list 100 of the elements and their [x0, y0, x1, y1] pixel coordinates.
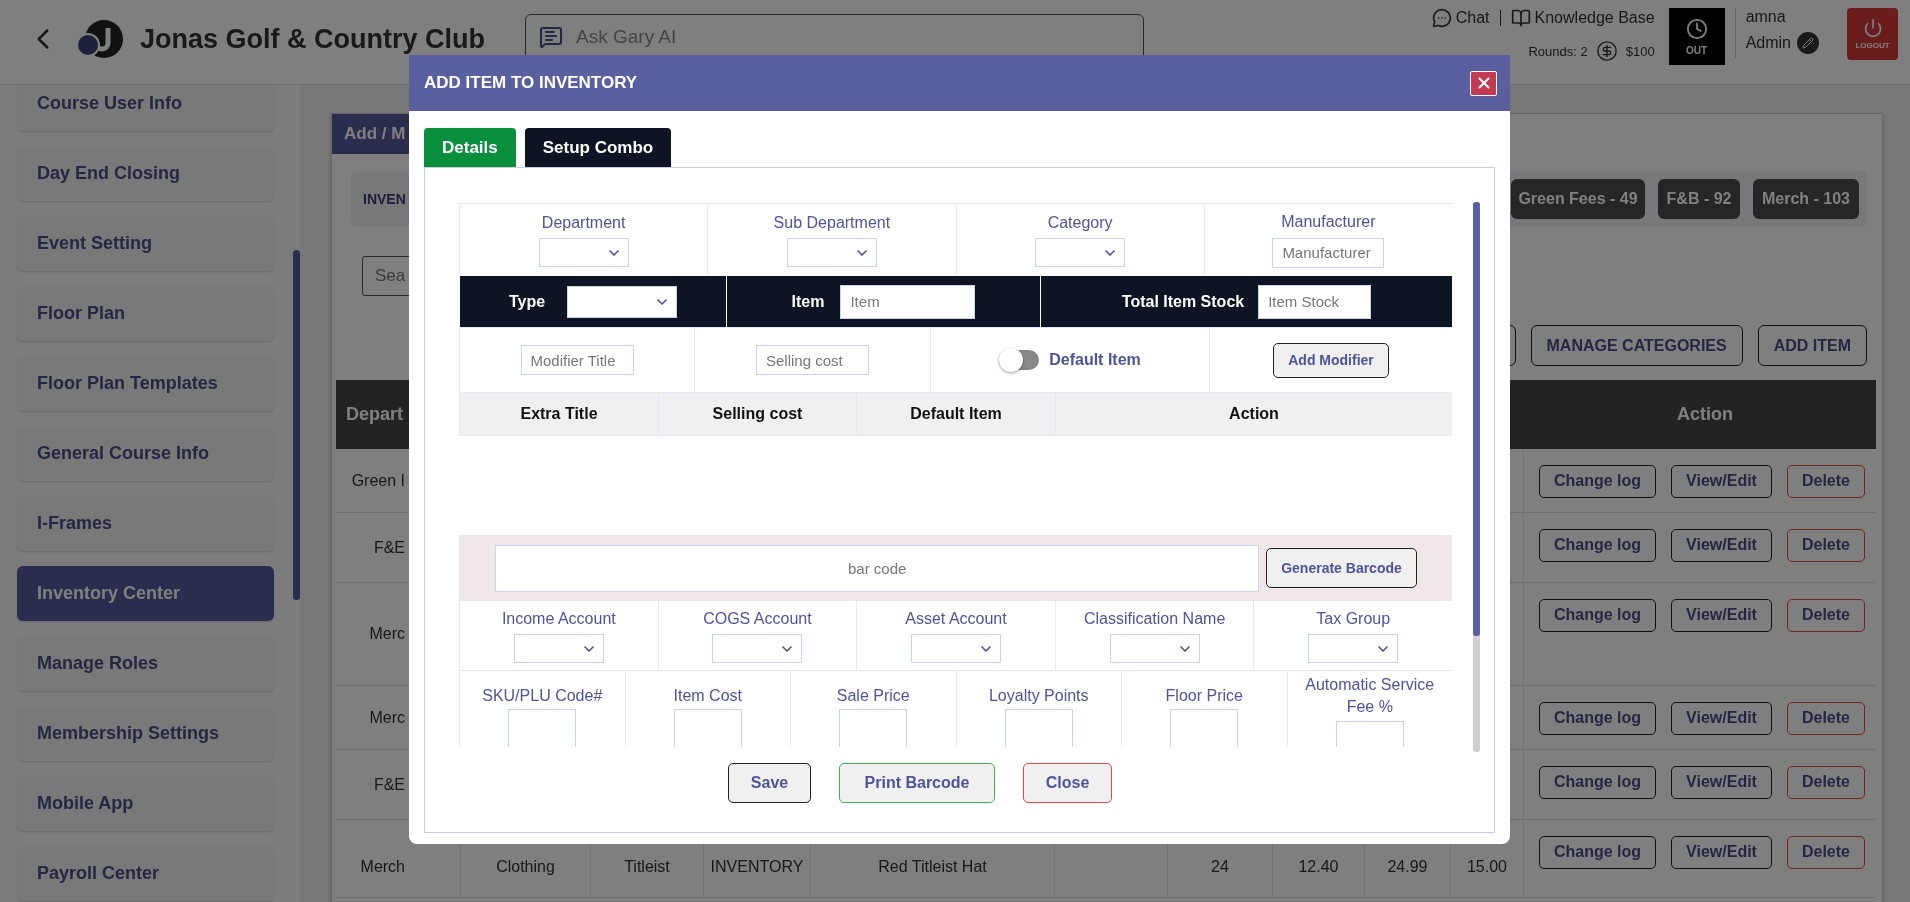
panel-tab[interactable]: Add / M	[332, 114, 410, 154]
department-chip[interactable]: Merch - 103	[1753, 179, 1859, 219]
sidebar-item[interactable]: Payroll Center	[17, 846, 274, 901]
sidebar-item[interactable]: Manage Roles	[17, 636, 274, 691]
toolbar-button[interactable]: MANAGE CATEGORIES	[1530, 325, 1743, 366]
dropdown-field[interactable]	[1035, 238, 1126, 268]
row-action-button[interactable]: Delete	[1786, 701, 1865, 735]
footer-button[interactable]: Save	[728, 763, 811, 803]
dropdown-field[interactable]	[712, 634, 803, 664]
field-label: Asset Account	[905, 608, 1007, 629]
type-dropdown[interactable]	[567, 285, 678, 318]
modifier-title-field[interactable]: Modifier Title	[520, 345, 634, 375]
selling-cost-field[interactable]: Selling cost	[756, 345, 869, 375]
field-label: Sub Department	[773, 212, 891, 233]
footer-button[interactable]: Print Barcode	[839, 763, 995, 803]
field-label: Manufacturer	[1281, 212, 1376, 233]
row-action-button[interactable]: View/Edit	[1671, 528, 1772, 562]
row-action-button[interactable]: Delete	[1786, 765, 1865, 799]
table-cell: F&E	[373, 775, 405, 794]
user-role: Admin	[1745, 34, 1791, 52]
row-action-button[interactable]: View/Edit	[1671, 765, 1772, 799]
book-icon	[1510, 8, 1531, 28]
field-label: Type	[508, 292, 546, 311]
row-action-button[interactable]: View/Edit	[1671, 464, 1772, 498]
add-modifier-button[interactable]: Add Modifier	[1273, 342, 1389, 378]
field-label: Income Account	[501, 608, 616, 629]
default-item-toggle[interactable]	[999, 350, 1040, 370]
dialog-title: ADD ITEM TO INVENTORY	[424, 73, 638, 93]
generate-barcode-button[interactable]: Generate Barcode	[1266, 548, 1417, 588]
item-field[interactable]: Item	[840, 284, 976, 319]
dialog-tab[interactable]: Setup Combo	[524, 128, 672, 167]
sidebar-item[interactable]: Floor Plan	[17, 286, 274, 341]
user-name: amna	[1745, 8, 1787, 26]
field-label: Category	[1047, 212, 1113, 233]
row-action-button[interactable]: Delete	[1786, 464, 1865, 498]
sidebar-item[interactable]: Day End Closing	[17, 146, 274, 201]
sidebar-item[interactable]: Event Setting	[17, 216, 274, 271]
sidebar-item[interactable]: Course User Info	[17, 85, 274, 131]
edit-icon[interactable]	[1797, 32, 1819, 54]
field-label: Loyalty Points	[987, 686, 1090, 706]
column-header: Action	[1677, 404, 1733, 425]
price-field[interactable]	[1170, 709, 1239, 747]
dropdown-field[interactable]	[1109, 634, 1200, 664]
price-field[interactable]	[839, 709, 908, 747]
price-field[interactable]	[673, 709, 742, 747]
sidebar-item[interactable]: Membership Settings	[17, 706, 274, 761]
table-cell: Merc	[369, 709, 405, 727]
row-action-button[interactable]: Change log	[1539, 701, 1657, 735]
field-label: Department	[541, 212, 626, 233]
row-action-button[interactable]: Delete	[1786, 598, 1865, 632]
dropdown-field[interactable]	[538, 238, 629, 268]
department-chip[interactable]: F&B - 92	[1658, 179, 1740, 219]
dropdown-field[interactable]	[911, 634, 1001, 664]
table-cell: Merch	[360, 857, 405, 876]
department-chip[interactable]: Green Fees - 49	[1511, 179, 1645, 219]
header-link[interactable]: Chat	[1431, 8, 1490, 28]
barcode-field[interactable]: bar code	[495, 544, 1260, 592]
scrollbar-thumb[interactable]	[1473, 202, 1480, 636]
dropdown-field[interactable]	[513, 634, 604, 664]
footer-button[interactable]: Close	[1023, 763, 1112, 803]
toolbar-button[interactable]: ADD ITEM	[1757, 325, 1867, 366]
row-action-button[interactable]: Change log	[1539, 464, 1657, 498]
row-action-button[interactable]: View/Edit	[1671, 598, 1772, 632]
row-action-button[interactable]: Delete	[1786, 528, 1865, 562]
field-label: Item	[791, 292, 825, 311]
row-action-button[interactable]: Change log	[1539, 835, 1657, 869]
row-action-button[interactable]: View/Edit	[1671, 835, 1772, 869]
stock-field[interactable]: Item Stock	[1258, 284, 1372, 319]
balance-amount: $100	[1625, 43, 1655, 59]
row-action-button[interactable]: Change log	[1539, 528, 1657, 562]
scrollbar-thumb[interactable]	[293, 250, 300, 600]
close-button[interactable]	[1470, 70, 1497, 96]
manufacturer-field[interactable]: Manufacturer	[1272, 237, 1385, 268]
table-cell: Merc	[369, 625, 405, 643]
logout-button[interactable]: LOGOUT	[1847, 8, 1898, 60]
row-action-button[interactable]: View/Edit	[1671, 701, 1772, 735]
row-action-button[interactable]: Change log	[1539, 598, 1657, 632]
filter-label: INVEN	[363, 191, 406, 207]
field-label: COGS Account	[703, 608, 812, 629]
dialog-tab[interactable]: Details	[424, 128, 516, 167]
row-action-button[interactable]: Change log	[1539, 765, 1657, 799]
sidebar-item[interactable]: Floor Plan Templates	[17, 356, 274, 411]
field-label: Automatic Service Fee %	[1304, 675, 1436, 718]
sidebar-item[interactable]: General Course Info	[17, 426, 274, 481]
dropdown-field[interactable]	[786, 238, 877, 268]
row-action-button[interactable]: Delete	[1786, 835, 1865, 869]
price-field[interactable]	[508, 709, 577, 747]
field-label: Floor Price	[1164, 686, 1244, 706]
dropdown-field[interactable]	[1308, 634, 1399, 664]
rounds-count: Rounds: 2	[1528, 43, 1588, 59]
ai-chat-icon	[539, 25, 563, 49]
table-cell: F&E	[373, 538, 405, 557]
sidebar-item[interactable]: Inventory Center	[17, 566, 274, 621]
sidebar-item[interactable]: Mobile App	[17, 776, 274, 831]
header-link[interactable]: Knowledge Base	[1510, 8, 1655, 28]
price-field[interactable]	[1004, 709, 1073, 747]
sidebar-item[interactable]: I-Frames	[17, 496, 274, 551]
clock-out-button[interactable]: OUT	[1668, 8, 1725, 65]
chat-icon	[1431, 8, 1452, 28]
table-cell: 24.99	[1387, 857, 1428, 876]
